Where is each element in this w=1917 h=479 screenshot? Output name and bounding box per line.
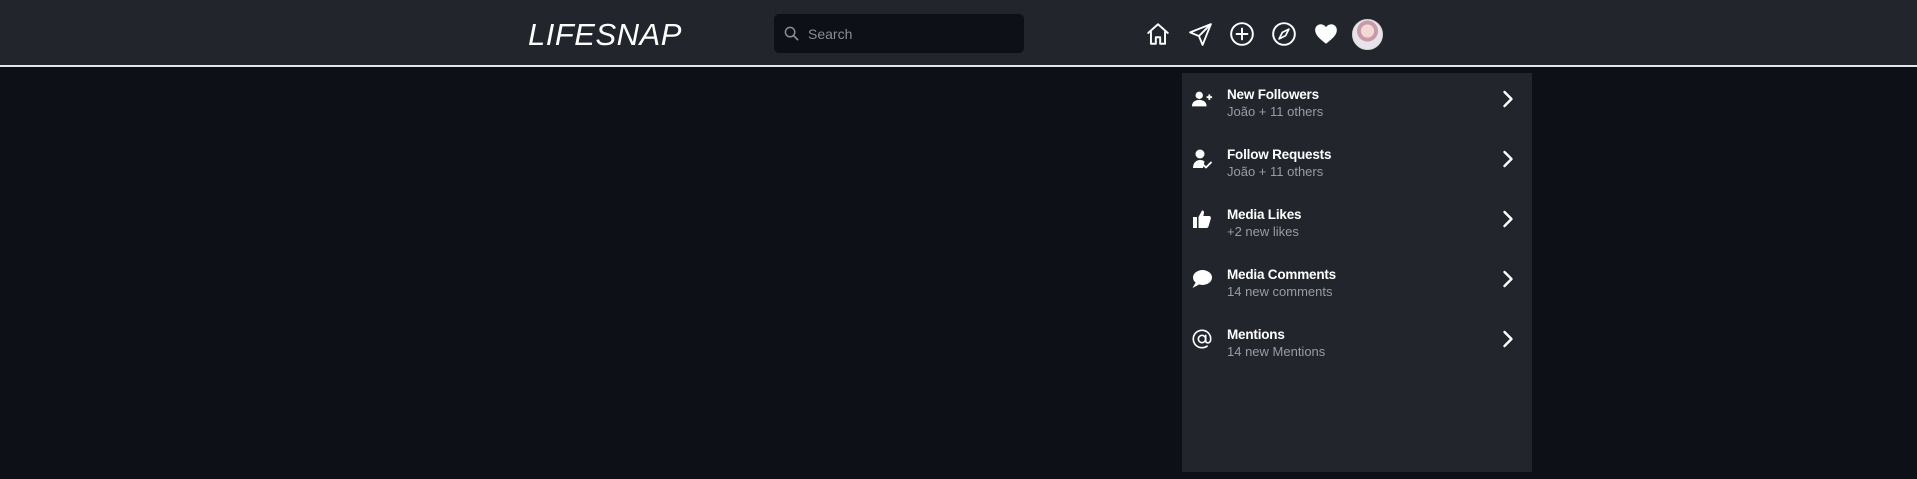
thumbs-up-icon (1190, 207, 1214, 231)
notification-subtitle: João + 11 others (1227, 164, 1324, 179)
notification-title: Mentions (1227, 327, 1285, 342)
notification-subtitle: 14 new Mentions (1227, 344, 1326, 359)
notification-title: Media Likes (1227, 207, 1302, 222)
search-input[interactable] (806, 24, 1010, 43)
comment-icon (1190, 267, 1214, 291)
user-plus-icon (1190, 87, 1214, 111)
nav-icons (1142, 18, 1383, 50)
search-icon (784, 26, 799, 41)
app-logo[interactable]: LIFESNAP (528, 17, 682, 53)
notification-subtitle: João + 11 others (1227, 104, 1324, 119)
notifications-panel: New Followers João + 11 others Follow Re… (1182, 73, 1532, 472)
user-check-icon (1190, 147, 1214, 171)
search-box[interactable] (774, 14, 1024, 53)
chevron-right-icon[interactable] (1502, 90, 1514, 113)
avatar[interactable] (1352, 18, 1383, 50)
notification-title: Follow Requests (1227, 147, 1332, 162)
chevron-right-icon[interactable] (1502, 150, 1514, 173)
notification-subtitle: +2 new likes (1227, 224, 1299, 239)
heart-icon[interactable] (1310, 18, 1342, 50)
notification-title: Media Comments (1227, 267, 1336, 282)
add-circle-icon[interactable] (1226, 18, 1258, 50)
send-icon[interactable] (1184, 18, 1216, 50)
notification-title: New Followers (1227, 87, 1319, 102)
top-bar: LIFESNAP (0, 0, 1917, 67)
notification-new-followers[interactable]: New Followers João + 11 others (1182, 73, 1532, 133)
notification-media-comments[interactable]: Media Comments 14 new comments (1182, 253, 1532, 313)
chevron-right-icon[interactable] (1502, 270, 1514, 293)
notification-media-likes[interactable]: Media Likes +2 new likes (1182, 193, 1532, 253)
home-icon[interactable] (1142, 18, 1174, 50)
compass-icon[interactable] (1268, 18, 1300, 50)
at-icon (1190, 327, 1214, 351)
notification-subtitle: 14 new comments (1227, 284, 1333, 299)
chevron-right-icon[interactable] (1502, 210, 1514, 233)
notification-follow-requests[interactable]: Follow Requests João + 11 others (1182, 133, 1532, 193)
notification-mentions[interactable]: Mentions 14 new Mentions (1182, 313, 1532, 373)
chevron-right-icon[interactable] (1502, 330, 1514, 353)
